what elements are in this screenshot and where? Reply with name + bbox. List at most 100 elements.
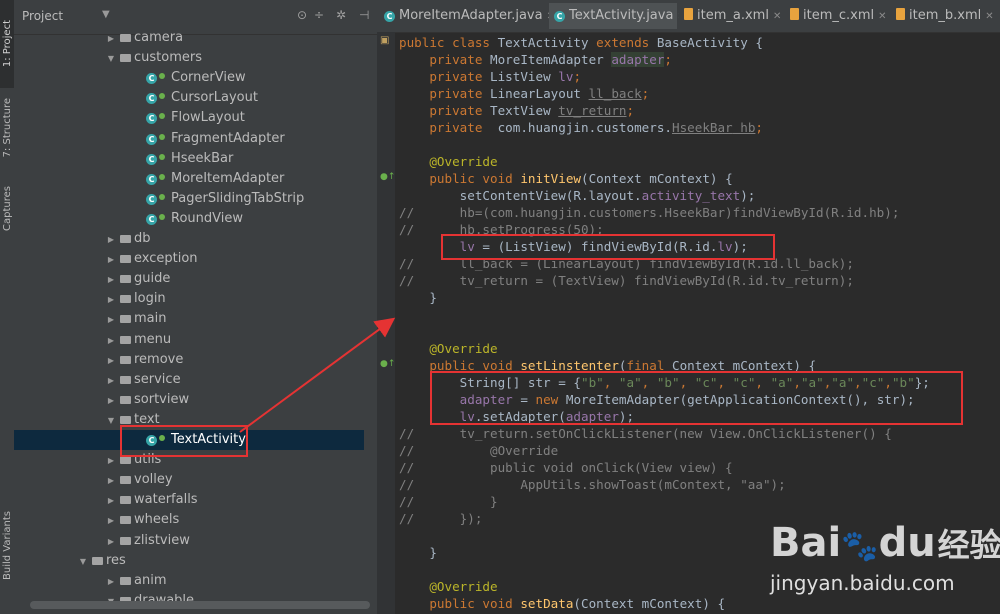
baidu-jingyan-watermark-logo: Bai🐾du经验 xyxy=(770,520,1000,566)
java-class-icon: C xyxy=(146,153,157,165)
access-indicator-icon xyxy=(159,173,165,180)
tree-collapsed-icon[interactable]: ▶ xyxy=(104,270,118,290)
tree-collapsed-icon[interactable]: ▶ xyxy=(104,290,118,310)
tool-tab-structure[interactable]: 7: Structure xyxy=(0,92,14,164)
tree-item-pagerslidingtabstrip[interactable]: C PagerSlidingTabStrip xyxy=(14,189,364,209)
code-line: @Override xyxy=(399,579,498,594)
tree-item-label: FragmentAdapter xyxy=(171,130,285,146)
folder-icon xyxy=(120,275,131,284)
editor-tab-item-c-xml[interactable]: item_c.xml ✕ xyxy=(785,3,889,29)
tree-item-label: remove xyxy=(134,351,184,367)
tree-item-wheels[interactable]: ▶ wheels xyxy=(14,510,364,530)
tree-collapsed-icon[interactable]: ▶ xyxy=(104,491,118,511)
override-marker-icon[interactable]: ●↑ xyxy=(380,359,395,369)
gear-icon[interactable]: ✲ xyxy=(336,8,346,22)
folder-icon xyxy=(120,315,131,324)
tree-horizontal-scrollbar[interactable] xyxy=(30,601,370,609)
sync-icon[interactable]: ⊙ xyxy=(297,8,307,22)
tree-item-label: FlowLayout xyxy=(171,110,245,126)
tree-item-label: login xyxy=(134,291,166,307)
folder-icon xyxy=(120,496,131,505)
tree-collapsed-icon[interactable]: ▶ xyxy=(104,572,118,592)
tree-item-camera[interactable]: ▶ camera xyxy=(14,28,364,48)
tool-tab-captures[interactable]: Captures xyxy=(0,176,14,240)
tree-item-db[interactable]: ▶ db xyxy=(14,229,364,249)
tree-item-menu[interactable]: ▶ menu xyxy=(14,330,364,350)
tree-item-service[interactable]: ▶ service xyxy=(14,370,364,390)
tree-item-res[interactable]: ▼ res xyxy=(14,551,364,571)
editor-tab-label: item_c.xml xyxy=(803,8,875,23)
close-icon[interactable]: ✕ xyxy=(878,11,886,22)
hide-icon[interactable]: ⊣ xyxy=(359,8,369,22)
tree-collapsed-icon[interactable]: ▶ xyxy=(104,351,118,371)
editor-gutter: ▣ ●↑ ●↑ xyxy=(377,32,395,614)
tree-collapsed-icon[interactable]: ▶ xyxy=(104,310,118,330)
editor-tab-item-b-xml[interactable]: item_b.xml ✕ xyxy=(891,3,996,29)
close-icon[interactable]: ✕ xyxy=(985,11,993,22)
project-panel: Project ▼ ⊙ ÷ ✲ ⊣ ▶ camera ▼ customers C Corn… xyxy=(14,0,377,614)
editor-tab-textactivity-java[interactable]: CTextActivity.java✕ xyxy=(549,3,686,29)
tree-item-cursorlayout[interactable]: C CursorLayout xyxy=(14,88,364,108)
folder-icon xyxy=(120,415,131,424)
tree-item-login[interactable]: ▶ login xyxy=(14,289,364,309)
tree-item-main[interactable]: ▶ main xyxy=(14,309,364,329)
folder-icon xyxy=(120,255,131,264)
tree-collapsed-icon[interactable]: ▶ xyxy=(104,29,118,49)
tree-item-volley[interactable]: ▶ volley xyxy=(14,470,364,490)
tree-item-remove[interactable]: ▶ remove xyxy=(14,350,364,370)
code-line: // AppUtils.showToast(mContext, "aa"); xyxy=(399,477,786,492)
tree-item-cornerview[interactable]: C CornerView xyxy=(14,68,364,88)
folder-icon xyxy=(120,34,131,42)
tree-collapsed-icon[interactable]: ▶ xyxy=(104,451,118,471)
editor-tab-moreitemadapter-java[interactable]: CMoreItemAdapter.java✕ xyxy=(379,3,555,29)
chevron-down-icon[interactable]: ▼ xyxy=(102,9,110,20)
tree-collapsed-icon[interactable]: ▶ xyxy=(104,230,118,250)
code-line: private com.huangjin.customers.HseekBar … xyxy=(429,120,763,135)
code-line: // hb=(com.huangjin.customers.HseekBar)f… xyxy=(399,205,900,220)
tree-expanded-icon[interactable]: ▼ xyxy=(104,49,118,69)
tree-item-label: sortview xyxy=(134,391,190,407)
editor-tab-label: item_a.xml xyxy=(697,8,769,23)
editor-tab-label: TextActivity.java xyxy=(569,8,674,23)
close-icon[interactable]: ✕ xyxy=(773,11,781,22)
highlight-box-adapter-setup xyxy=(430,371,963,425)
tree-collapsed-icon[interactable]: ▶ xyxy=(104,371,118,391)
tree-collapsed-icon[interactable]: ▶ xyxy=(104,250,118,270)
override-marker-icon[interactable]: ●↑ xyxy=(380,172,395,182)
folder-icon xyxy=(120,395,131,404)
access-indicator-icon xyxy=(159,193,165,200)
access-indicator-icon xyxy=(159,113,165,120)
tree-collapsed-icon[interactable]: ▶ xyxy=(104,532,118,552)
tree-item-roundview[interactable]: C RoundView xyxy=(14,209,364,229)
tree-item-fragmentadapter[interactable]: C FragmentAdapter xyxy=(14,129,364,149)
code-line: @Override xyxy=(399,341,498,356)
tree-collapsed-icon[interactable]: ▶ xyxy=(104,331,118,351)
tool-tab-project[interactable]: 1: Project xyxy=(0,0,14,88)
tree-expanded-icon[interactable]: ▼ xyxy=(104,411,118,431)
collapse-icon[interactable]: ÷ xyxy=(314,8,324,22)
tree-item-guide[interactable]: ▶ guide xyxy=(14,269,364,289)
tree-expanded-icon[interactable]: ▼ xyxy=(76,552,90,572)
tree-collapsed-icon[interactable]: ▶ xyxy=(104,391,118,411)
tree-collapsed-icon[interactable]: ▶ xyxy=(104,471,118,491)
tree-item-zlistview[interactable]: ▶ zlistview xyxy=(14,531,364,551)
tree-item-moreitemadapter[interactable]: C MoreItemAdapter xyxy=(14,169,364,189)
code-line: // } xyxy=(399,494,498,509)
tree-item-waterfalls[interactable]: ▶ waterfalls xyxy=(14,490,364,510)
access-indicator-icon xyxy=(159,93,165,100)
tree-item-flowlayout[interactable]: C FlowLayout xyxy=(14,108,364,128)
tree-item-label: menu xyxy=(134,331,172,347)
tree-item-anim[interactable]: ▶ anim xyxy=(14,571,364,591)
tree-item-exception[interactable]: ▶ exception xyxy=(14,249,364,269)
tool-tab-build-variants[interactable]: Build Variants xyxy=(0,500,14,590)
tree-collapsed-icon[interactable]: ▶ xyxy=(104,511,118,531)
tree-item-sortview[interactable]: ▶ sortview xyxy=(14,390,364,410)
java-class-icon: C xyxy=(146,113,157,125)
class-marker-icon[interactable]: ▣ xyxy=(380,35,389,46)
tree-item-hseekbar[interactable]: C HseekBar xyxy=(14,149,364,169)
editor-tab-item-a-xml[interactable]: item_a.xml ✕ xyxy=(679,3,783,29)
code-line: public void setData(Context mContext) { xyxy=(429,596,726,611)
tree-item-customers[interactable]: ▼ customers xyxy=(14,48,364,68)
tree-item-label: db xyxy=(134,231,151,246)
project-view-selector[interactable]: Project xyxy=(22,9,63,23)
